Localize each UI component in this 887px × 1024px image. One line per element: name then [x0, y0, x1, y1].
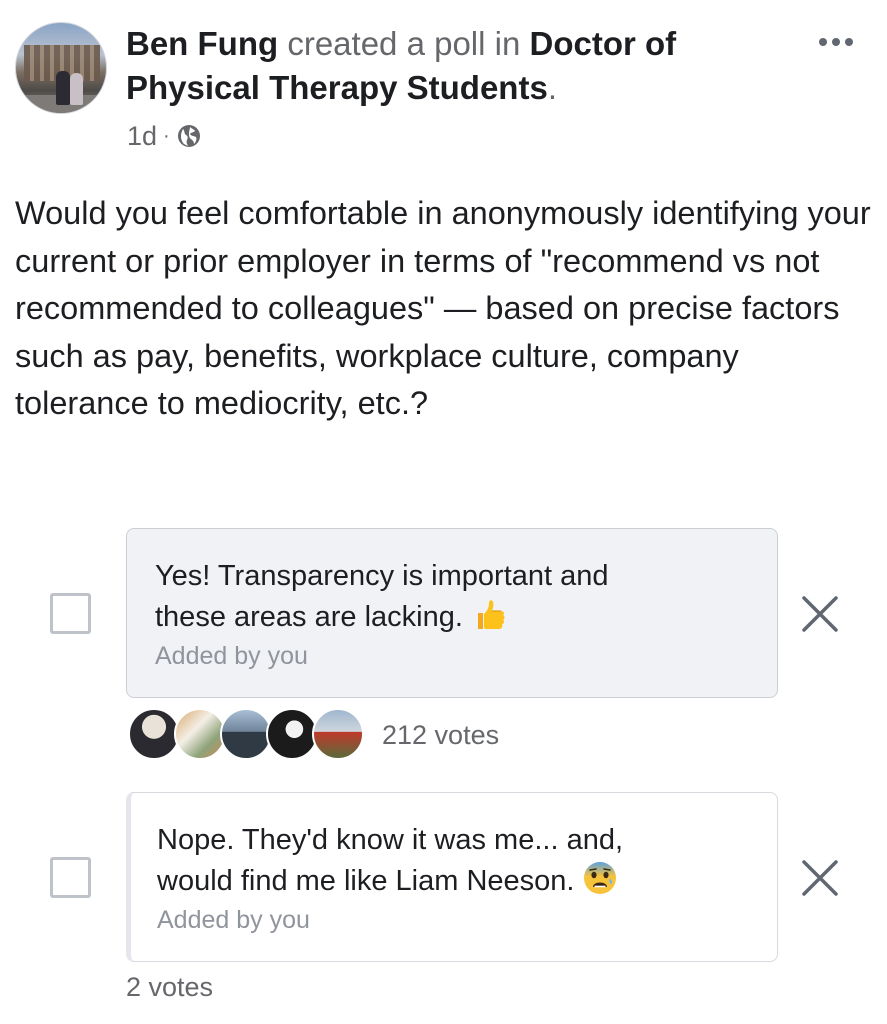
more-options-icon[interactable] — [812, 30, 860, 54]
group-name-part-1[interactable]: Doctor of — [529, 25, 676, 62]
author-avatar[interactable] — [15, 22, 107, 114]
option-2-votes[interactable]: 2 votes — [126, 970, 213, 1004]
group-name-part-2[interactable]: Physical Therapy Students — [126, 69, 548, 106]
voter-avatar[interactable] — [220, 708, 272, 760]
option-1-added-by: Added by you — [155, 642, 308, 670]
post-header-line-2: Physical Therapy Students. — [126, 66, 766, 110]
option-2-text-line-2: would find me like Liam Neeson. — [157, 860, 751, 901]
meta-separator: · — [163, 124, 170, 147]
poll-option-2[interactable]: Nope. They'd know it was me... and, woul… — [126, 792, 778, 962]
option-2-text-line-1: Nope. They'd know it was me... and, — [157, 824, 624, 856]
author-name[interactable]: Ben Fung — [126, 25, 278, 62]
option-1-votes[interactable]: 212 votes — [382, 718, 499, 752]
remove-option-1-icon[interactable] — [799, 593, 841, 635]
thumbs-up-emoji — [477, 600, 505, 629]
voter-avatar[interactable] — [266, 708, 318, 760]
post-header-line-1: Ben Fung created a poll in Doctor of — [126, 22, 766, 66]
option-1-checkbox[interactable] — [50, 593, 91, 634]
option-2-added-by: Added by you — [157, 906, 310, 934]
voter-avatar[interactable] — [128, 708, 180, 760]
option-1-text-line-1: Yes! Transparency is important and — [155, 560, 609, 592]
option-1-text-line-2: these areas are lacking. — [155, 596, 751, 637]
post-action-text: created a poll in — [287, 25, 521, 62]
anxious-face-emoji — [584, 862, 617, 894]
voter-avatar[interactable] — [312, 708, 364, 760]
globe-icon — [177, 125, 200, 147]
remove-option-2-icon[interactable] — [799, 857, 841, 899]
option-2-checkbox[interactable] — [50, 857, 91, 898]
poll-option-1[interactable]: Yes! Transparency is important and these… — [126, 528, 778, 698]
post-meta: 1d · — [127, 118, 202, 154]
header-period: . — [547, 69, 557, 106]
voter-avatar[interactable] — [174, 708, 226, 760]
poll-question: Would you feel comfortable in anonymousl… — [15, 195, 871, 421]
post-time[interactable]: 1d — [127, 121, 157, 152]
